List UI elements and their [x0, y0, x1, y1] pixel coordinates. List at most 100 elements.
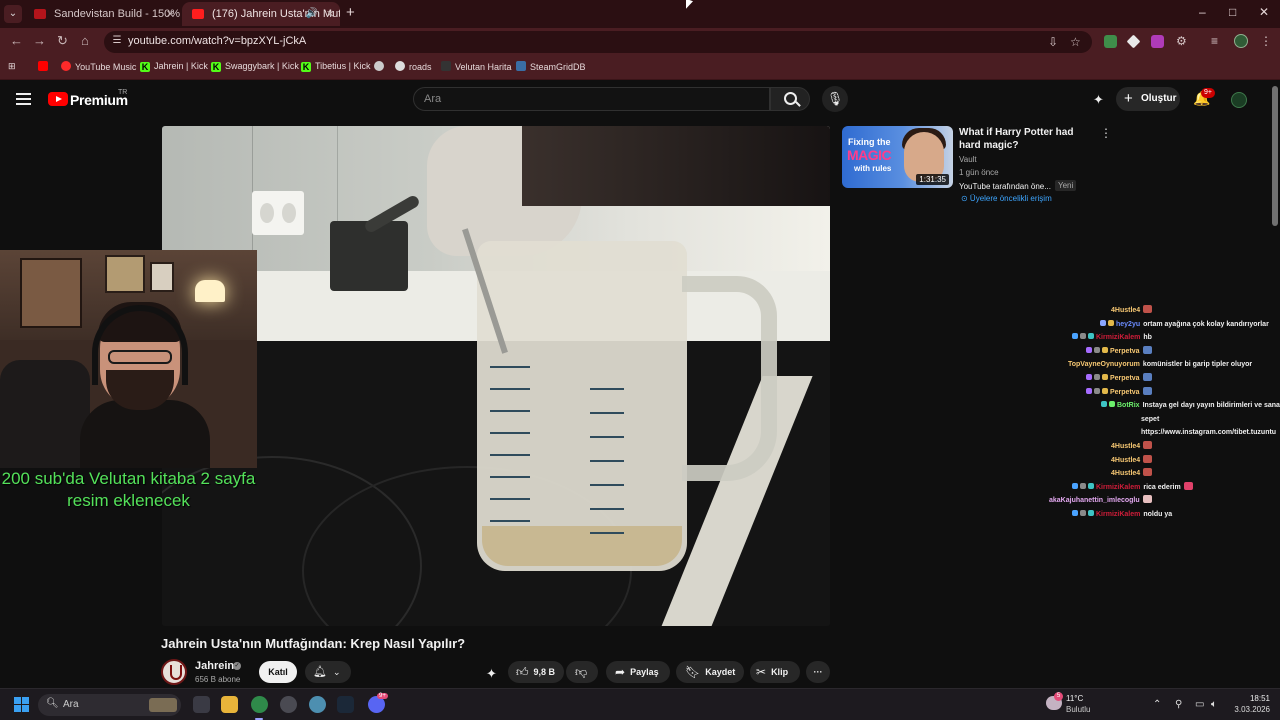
video-player[interactable] — [162, 126, 830, 626]
extension-icon[interactable] — [1104, 35, 1117, 48]
premium-gift-icon[interactable]: ✦ — [1093, 92, 1104, 108]
like-button[interactable]: 👍︎ 9,8 B — [508, 661, 564, 683]
channel-name[interactable]: Jahrein — [195, 660, 234, 672]
clock-time[interactable]: 18:51 — [1246, 694, 1270, 703]
close-icon[interactable]: × — [166, 2, 174, 26]
chat-message: 4Hustle4 — [1030, 454, 1280, 468]
install-app-icon[interactable]: ⇩ — [1048, 35, 1058, 49]
recommendation-channel[interactable]: Vault — [959, 155, 977, 164]
extension-icon[interactable] — [1126, 34, 1141, 49]
temperature[interactable]: 11°C — [1066, 694, 1083, 703]
bookmark-youtube-music[interactable]: YouTube Music — [61, 61, 136, 72]
back-icon[interactable]: ← — [10, 33, 23, 48]
browser-tabbar: ⌄ Sandevistan Build - 150%+ Cri × (176) … — [0, 0, 1280, 28]
forward-icon[interactable]: → — [33, 33, 46, 48]
chat-username[interactable]: 4Hustle4 — [1111, 457, 1140, 464]
browser-tab-2[interactable]: (176) Jahrein Usta'nın Mutfağ 🔊 × — [182, 2, 340, 26]
profile-avatar[interactable] — [1234, 34, 1248, 48]
share-button[interactable]: ➦ Paylaş — [606, 661, 670, 683]
chat-username[interactable]: Perpetva — [1110, 348, 1140, 355]
clock-date[interactable]: 3.03.2026 — [1230, 705, 1270, 714]
address-bar[interactable]: ☰ youtube.com/watch?v=bpzXYL-jCkA ⇩ ☆ — [104, 31, 1092, 53]
taskbar-search[interactable]: 🔍︎ Ara — [38, 694, 181, 716]
chat-username[interactable]: Perpetva — [1110, 375, 1140, 382]
recommendation-thumbnail[interactable]: Fixing the MAGIC with rules 1:31:35 — [842, 126, 953, 188]
obs-icon[interactable] — [280, 696, 297, 713]
subscription-bell-button[interactable]: 🔔︎ ⌄ — [305, 661, 351, 683]
media-controls-icon[interactable]: ≡ — [1211, 34, 1218, 48]
site-info-icon[interactable]: ☰ — [110, 35, 124, 49]
dislike-button[interactable]: 👎︎ — [566, 661, 598, 683]
channel-avatar[interactable] — [161, 659, 187, 685]
file-explorer-icon[interactable] — [221, 696, 238, 713]
chat-username[interactable]: 4Hustle4 — [1111, 470, 1140, 477]
browser-tab-1[interactable]: Sandevistan Build - 150%+ Cri × — [24, 2, 180, 26]
chrome-icon[interactable] — [251, 696, 268, 713]
steam-icon[interactable] — [337, 696, 354, 713]
chevron-up-icon[interactable]: ⌃ — [1153, 699, 1161, 710]
bookmark-velutan-harita[interactable]: Velutan Harita — [441, 61, 512, 72]
app-icon[interactable] — [309, 696, 326, 713]
more-options-icon[interactable]: ⋮ — [1100, 126, 1112, 140]
chat-username[interactable]: KirmiziKalem — [1096, 511, 1140, 518]
chat-message: 4Hustle4 — [1030, 304, 1280, 318]
account-avatar[interactable] — [1231, 92, 1247, 108]
maximize-button[interactable]: □ — [1229, 5, 1236, 19]
chat-username[interactable]: KirmiziKalem — [1096, 334, 1140, 341]
close-icon[interactable]: × — [326, 2, 334, 26]
display-icon[interactable]: ▭ — [1195, 699, 1204, 710]
extension-icon[interactable] — [1151, 35, 1164, 48]
join-button[interactable]: Katıl — [259, 661, 297, 683]
minimize-button[interactable]: – — [1199, 5, 1206, 19]
chat-username[interactable]: akaKajuhanettin_imlecoglu — [1049, 497, 1140, 504]
more-actions-button[interactable]: ··· — [806, 661, 830, 683]
task-view-icon[interactable] — [193, 696, 210, 713]
chat-username[interactable]: TopVayneOynuyorum — [1068, 361, 1140, 368]
weather-description[interactable]: Bulutlu — [1066, 705, 1090, 714]
clip-button[interactable]: ✂ Klip — [750, 661, 800, 683]
thumbnail-text: MAGIC — [847, 147, 892, 163]
create-button[interactable]: + Oluştur — [1116, 87, 1180, 111]
chat-username[interactable]: Perpetva — [1110, 389, 1140, 396]
video-duration: 1:31:35 — [916, 174, 949, 185]
home-icon[interactable]: ⌂ — [81, 33, 89, 48]
speaker-icon[interactable]: 🔊 — [306, 2, 318, 26]
save-button[interactable]: 🔖︎ Kaydet — [676, 661, 744, 683]
chat-username[interactable]: hey2yu — [1116, 321, 1140, 328]
bookmark-jahrein-kick[interactable]: K Jahrein | Kick — [140, 61, 208, 72]
bookmark-roads[interactable]: roads — [395, 61, 432, 72]
chat-username[interactable]: 4Hustle4 — [1111, 307, 1140, 314]
chat-username[interactable]: BotRix — [1117, 402, 1140, 409]
windows-start-icon[interactable] — [14, 697, 29, 712]
extensions-puzzle-icon[interactable]: ⚙ — [1176, 34, 1187, 48]
bookmark-swaggybark-kick[interactable]: K Swaggybark | Kick — [211, 61, 299, 72]
bookmark-steamgriddb[interactable]: SteamGridDB — [516, 61, 586, 72]
reload-icon[interactable]: ↻ — [57, 33, 68, 49]
chat-username[interactable]: 4Hustle4 — [1111, 443, 1140, 450]
premium-sparkle-icon[interactable]: ✦ — [486, 666, 497, 682]
volume-icon[interactable]: 🔈︎ — [1211, 699, 1217, 710]
recommendation-title[interactable]: What if Harry Potter had hard magic? — [959, 126, 1091, 152]
search-highlight-image — [149, 698, 177, 712]
chat-text: https://www.instagram.com/tibet.tuzuntu — [1141, 429, 1277, 437]
chat-username[interactable]: KirmiziKalem — [1096, 484, 1140, 491]
bookmark-tibetius-kick[interactable]: K Tibetius | Kick — [301, 61, 371, 72]
bookmark-youtube[interactable] — [38, 61, 52, 72]
menu-icon[interactable] — [16, 93, 31, 105]
bookmark-star-icon[interactable]: ☆ — [1070, 35, 1081, 49]
usb-icon[interactable]: ⚲ — [1175, 699, 1182, 710]
apps-grid-icon[interactable]: ⊞ — [8, 61, 16, 72]
new-tab-button[interactable]: + — [346, 4, 355, 21]
chat-badges — [1098, 318, 1114, 332]
tab-list-button[interactable]: ⌄ — [4, 5, 22, 23]
window-close-button[interactable]: ✕ — [1259, 5, 1269, 19]
search-input[interactable]: Ara — [413, 87, 770, 111]
page-scrollbar[interactable] — [1272, 86, 1278, 226]
url-text[interactable]: youtube.com/watch?v=bpzXYL-jCkA — [128, 35, 306, 47]
bookmark-globe[interactable] — [374, 61, 388, 72]
youtube-logo-icon[interactable] — [48, 92, 68, 106]
microphone-icon[interactable]: 🎙 — [822, 86, 848, 112]
search-button[interactable] — [770, 87, 810, 111]
browser-menu-icon[interactable]: ⋮ — [1260, 34, 1272, 48]
chat-text: ortam ayağına çok kolay kandırıyorlar — [1143, 320, 1269, 328]
